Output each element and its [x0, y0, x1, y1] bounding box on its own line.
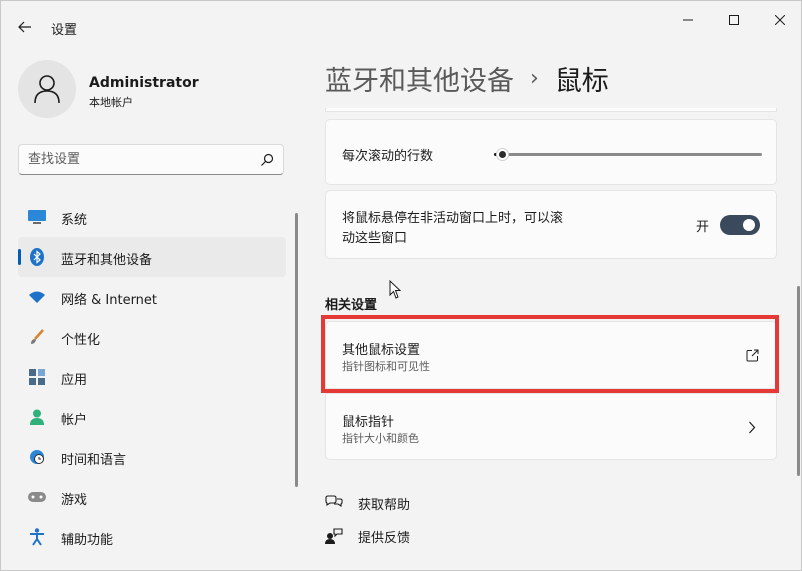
give-feedback-link[interactable]: 提供反馈 — [325, 525, 410, 547]
minimize-button[interactable] — [665, 7, 711, 33]
title-bar: 设置 — [1, 1, 802, 49]
account-type: 本地帐户 — [89, 96, 133, 109]
sidebar-item-bluetooth[interactable]: 蓝牙和其他设备 — [18, 237, 286, 277]
sidebar-item-label: 网络 & Internet — [61, 293, 158, 308]
scroll-lines-slider-track[interactable] — [494, 153, 762, 156]
inactive-scroll-label-line2: 动这些窗口 — [342, 231, 408, 246]
sidebar-item-label: 游戏 — [61, 493, 88, 508]
maximize-icon — [729, 15, 739, 25]
sidebar-item-accounts[interactable]: 帐户 — [18, 397, 286, 437]
sidebar-item-gaming[interactable]: 游戏 — [18, 477, 286, 517]
clock-globe-icon — [28, 448, 46, 466]
sidebar-nav: 系统 蓝牙和其他设备 网络 & Internet 个性化 应用 帐户 时间和语言… — [18, 197, 286, 557]
settings-window: 设置 Administrator 本地帐户 系统 — [0, 0, 802, 571]
sidebar-item-label: 系统 — [61, 213, 88, 228]
inactive-window-scroll-card: 将鼠标悬停在非活动窗口上时，可以滚 动这些窗口 开 — [325, 190, 777, 259]
previous-card-edge — [325, 108, 777, 112]
toggle-knob — [743, 219, 755, 231]
help-icon — [325, 494, 343, 512]
bluetooth-icon — [28, 248, 46, 266]
chevron-right-icon — [744, 419, 760, 435]
give-feedback-label: 提供反馈 — [358, 530, 411, 546]
get-help-label: 获取帮助 — [358, 497, 411, 513]
maximize-button[interactable] — [711, 7, 757, 33]
user-name: Administrator — [89, 75, 199, 91]
inactive-scroll-toggle[interactable] — [720, 215, 760, 235]
sidebar-item-label: 个性化 — [61, 333, 101, 348]
sidebar-item-label: 时间和语言 — [61, 453, 127, 468]
close-icon — [775, 15, 785, 25]
highlight-annotation — [321, 315, 779, 393]
sidebar-scrollbar[interactable] — [295, 213, 298, 487]
scroll-lines-slider-thumb[interactable] — [496, 148, 510, 161]
sidebar-item-label: 辅助功能 — [61, 533, 114, 548]
gamepad-icon — [28, 488, 46, 506]
sidebar-item-label: 蓝牙和其他设备 — [61, 253, 153, 268]
mouse-pointer-label: 鼠标指针 — [342, 415, 395, 430]
sidebar-item-label: 帐户 — [61, 413, 88, 428]
back-arrow-icon — [18, 21, 31, 33]
wifi-icon — [28, 288, 46, 306]
back-button[interactable] — [11, 15, 39, 39]
sidebar-item-personalization[interactable]: 个性化 — [18, 317, 286, 357]
mouse-pointer-sub: 指针大小和颜色 — [342, 432, 419, 445]
sidebar-item-time-language[interactable]: 时间和语言 — [18, 437, 286, 477]
inactive-scroll-label-line1: 将鼠标悬停在非活动窗口上时，可以滚 — [342, 211, 564, 226]
active-indicator — [18, 249, 21, 265]
system-icon — [28, 208, 46, 226]
search-icon[interactable] — [259, 152, 275, 168]
sidebar-item-system[interactable]: 系统 — [18, 197, 286, 237]
toggle-state-label: 开 — [696, 220, 710, 235]
close-button[interactable] — [757, 7, 802, 33]
page-title: 鼠标 — [554, 66, 609, 97]
breadcrumb-parent[interactable]: 蓝牙和其他设备 — [325, 59, 514, 98]
feedback-icon — [325, 527, 343, 545]
sidebar-item-network[interactable]: 网络 & Internet — [18, 277, 286, 317]
app-title: 设置 — [51, 23, 78, 38]
sidebar-item-accessibility[interactable]: 辅助功能 — [18, 517, 286, 557]
avatar[interactable] — [18, 60, 76, 118]
account-icon — [28, 408, 46, 426]
search-box[interactable] — [18, 144, 284, 175]
breadcrumb: 蓝牙和其他设备 › 鼠标 — [325, 59, 609, 98]
mouse-cursor-icon — [389, 280, 401, 299]
minimize-icon — [683, 19, 693, 21]
sidebar-item-label: 应用 — [61, 373, 88, 388]
get-help-link[interactable]: 获取帮助 — [325, 492, 410, 514]
user-icon — [34, 75, 60, 104]
breadcrumb-separator: › — [530, 66, 539, 91]
mouse-pointer-row[interactable]: 鼠标指针 指针大小和颜色 — [325, 393, 777, 460]
content-scrollbar[interactable] — [797, 286, 800, 476]
search-input[interactable] — [19, 145, 255, 174]
accessibility-icon — [28, 528, 46, 546]
related-settings-title: 相关设置 — [325, 298, 378, 313]
scroll-lines-label: 每次滚动的行数 — [342, 149, 434, 164]
apps-icon — [28, 368, 46, 386]
brush-icon — [28, 328, 46, 346]
sidebar-item-apps[interactable]: 应用 — [18, 357, 286, 397]
scroll-lines-card: 每次滚动的行数 — [325, 119, 777, 185]
